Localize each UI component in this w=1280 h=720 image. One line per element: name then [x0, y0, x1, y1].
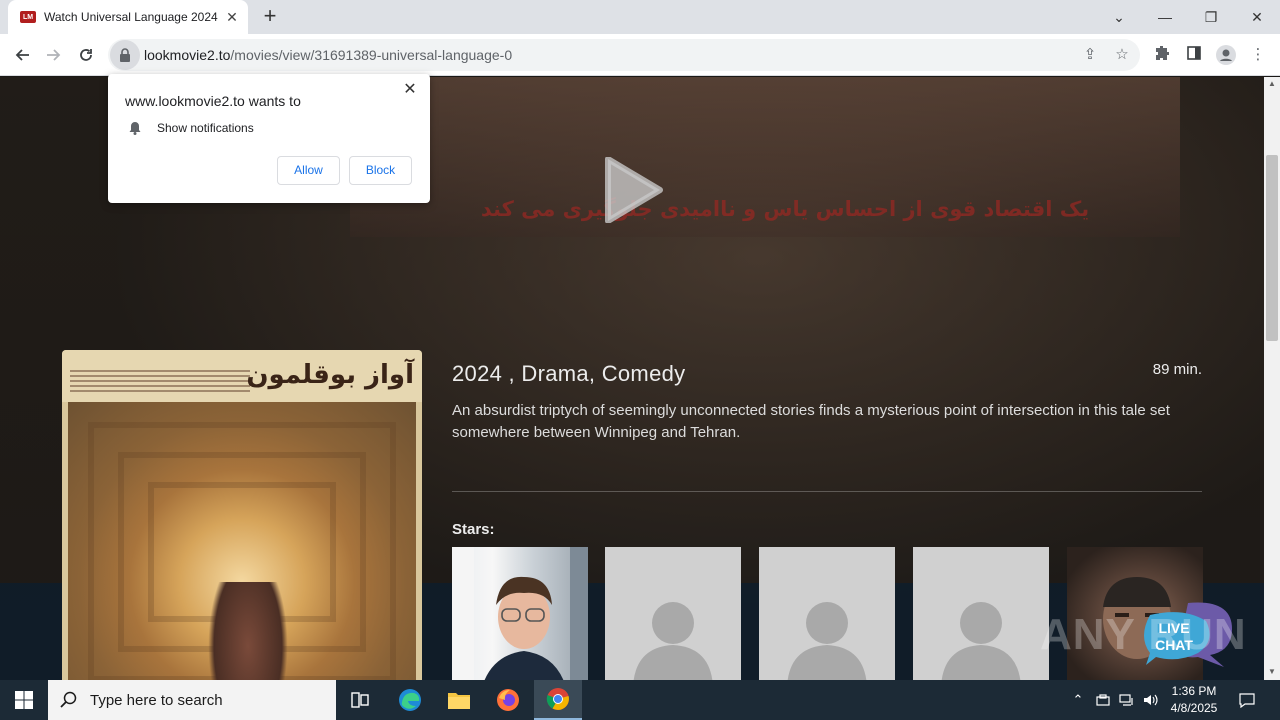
edge-icon [399, 689, 421, 711]
folder-icon [448, 693, 470, 709]
notification-center-icon[interactable] [1234, 680, 1260, 720]
star-card[interactable] [913, 547, 1049, 680]
tab-title: Watch Universal Language 2024 [44, 10, 218, 24]
allow-button[interactable]: Allow [277, 156, 340, 185]
back-arrow-icon [15, 49, 29, 61]
firefox-icon [497, 689, 519, 711]
restore-button[interactable]: ❐ [1188, 0, 1234, 34]
extensions-icon[interactable] [1152, 45, 1172, 65]
taskbar-file-explorer[interactable] [435, 680, 483, 720]
bookmark-star-icon[interactable]: ☆ [1114, 47, 1130, 63]
tray-security-icon[interactable] [1092, 680, 1114, 720]
taskbar-edge[interactable] [386, 680, 434, 720]
scroll-down-icon[interactable]: ▼ [1264, 665, 1280, 679]
poster-header: آواز بوقلمون [62, 350, 422, 402]
movie-synopsis: An absurdist triptych of seemingly uncon… [452, 402, 1170, 441]
poster-embracing-figures [208, 582, 288, 680]
divider [452, 491, 1202, 492]
tab-search-icon[interactable]: ⌄ [1096, 0, 1142, 34]
new-tab-button[interactable]: + [258, 5, 282, 29]
stars-heading: Stars: [452, 521, 495, 538]
reload-icon [80, 49, 92, 61]
anyrun-watermark: ANY RUN [1040, 610, 1247, 659]
reload-button[interactable] [72, 41, 100, 69]
browser-tab[interactable]: LM Watch Universal Language 2024 ✕ [8, 0, 248, 34]
chrome-menu-icon[interactable]: ⋮ [1248, 45, 1268, 65]
clock-date: 4/8/2025 [1170, 701, 1218, 715]
minimize-button[interactable]: — [1142, 0, 1188, 34]
scroll-thumb[interactable] [1266, 155, 1278, 341]
site-favicon-icon: LM [20, 11, 36, 23]
poster-artwork [68, 402, 416, 680]
tab-close-icon[interactable]: ✕ [224, 9, 240, 25]
task-view-icon [351, 692, 369, 708]
windows-taskbar: Type here to search ⌃ 1:36 PM 4/8/2025 [0, 680, 1280, 720]
tab-strip: LM Watch Universal Language 2024 ✕ + ⌄ —… [0, 0, 1280, 34]
chrome-icon [546, 688, 569, 710]
search-placeholder: Type here to search [90, 691, 223, 709]
movie-poster[interactable]: آواز بوقلمون [62, 350, 422, 680]
scroll-up-icon[interactable]: ▲ [1264, 77, 1280, 91]
tray-overflow-icon[interactable]: ⌃ [1068, 680, 1088, 720]
clock-time: 1:36 PM [1171, 684, 1217, 698]
star-card[interactable] [605, 547, 741, 680]
url-text: lookmovie2.to/movies/view/31691389-unive… [144, 47, 513, 63]
windows-logo-icon [15, 691, 33, 709]
placeholder-avatar-icon [787, 602, 867, 680]
star-card[interactable] [759, 547, 895, 680]
taskbar-clock[interactable]: 1:36 PM 4/8/2025 [1158, 683, 1230, 717]
address-bar[interactable]: lookmovie2.to/movies/view/31691389-unive… [108, 39, 1140, 71]
bell-icon [129, 122, 141, 135]
taskbar-search-box[interactable]: Type here to search [48, 680, 336, 720]
start-button[interactable] [0, 680, 48, 720]
placeholder-avatar-icon [633, 602, 713, 680]
side-panel-icon[interactable] [1184, 45, 1204, 65]
placeholder-avatar-icon [941, 602, 1021, 680]
taskbar-firefox[interactable] [484, 680, 532, 720]
forward-arrow-icon [47, 49, 61, 61]
poster-credits [70, 370, 250, 392]
browser-toolbar: lookmovie2.to/movies/view/31691389-unive… [0, 34, 1280, 76]
movie-runtime: 89 min. [1152, 361, 1202, 378]
popup-title: www.lookmovie2.to wants to [125, 93, 301, 109]
network-icon[interactable] [1116, 680, 1138, 720]
actor-photo [452, 547, 588, 680]
permission-row: Show notifications [128, 121, 254, 135]
poster-title: آواز بوقلمون [246, 360, 414, 390]
permission-text: Show notifications [157, 121, 254, 135]
task-view-button[interactable] [336, 680, 384, 720]
block-button[interactable]: Block [349, 156, 412, 185]
star-card[interactable] [452, 547, 588, 680]
forward-button[interactable] [40, 41, 68, 69]
play-button-icon[interactable] [604, 157, 664, 223]
popup-close-icon[interactable]: ✕ [400, 80, 420, 100]
movie-meta: 2024 , Drama, Comedy [452, 361, 686, 386]
window-close-button[interactable]: ✕ [1234, 0, 1280, 34]
page-scrollbar[interactable]: ▲ ▼ [1264, 77, 1280, 680]
backdrop-banner-text: یک اقتصاد قوی از احساس یاس و ناامیدی جلو… [480, 197, 1090, 221]
taskbar-chrome[interactable] [534, 680, 582, 720]
profile-avatar-icon[interactable] [1216, 45, 1236, 65]
search-icon [60, 691, 77, 708]
back-button[interactable] [8, 41, 36, 69]
share-icon[interactable]: ⇪ [1082, 47, 1098, 63]
lock-icon[interactable] [110, 40, 140, 70]
notification-permission-popup: www.lookmovie2.to wants to ✕ Show notifi… [108, 74, 430, 203]
